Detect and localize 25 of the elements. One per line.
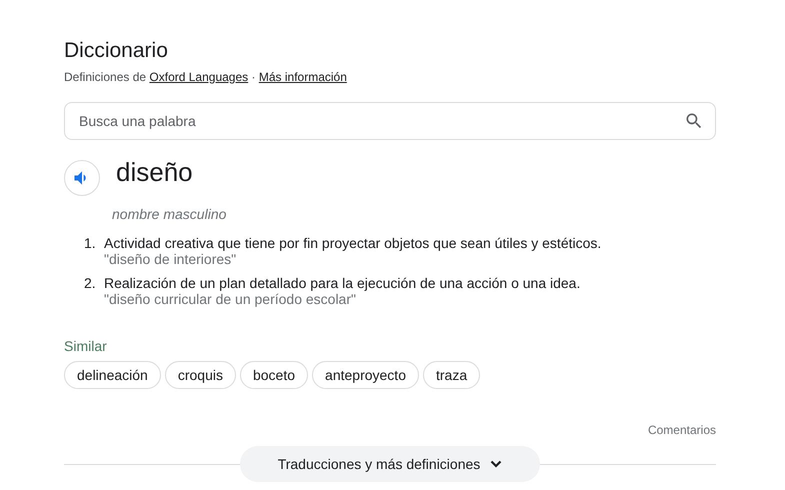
- chevron-down-icon: [490, 460, 502, 468]
- more-info-link[interactable]: Más información: [258, 70, 347, 84]
- example-text: "diseño curricular de un período escolar": [104, 291, 357, 307]
- definition-number: 2.: [84, 275, 97, 293]
- more-definitions-button[interactable]: Traducciones y más definiciones: [240, 446, 540, 482]
- separator: ·: [252, 70, 256, 84]
- similar-label: Similar: [64, 337, 108, 356]
- part-of-speech: nombre masculino: [112, 205, 228, 224]
- headword: diseño: [116, 156, 193, 188]
- source-link[interactable]: Oxford Languages: [149, 70, 248, 84]
- definition-number: 1.: [84, 235, 97, 253]
- definition-text: Actividad creativa que tiene por fin proyectar objetos que sean útiles y estéticos.: [104, 235, 602, 251]
- source-label: Definiciones de: [64, 70, 146, 84]
- search-field[interactable]: Busca una palabra: [64, 102, 716, 140]
- synonym-chip[interactable]: traza: [422, 361, 480, 389]
- synonym-chip[interactable]: delineación: [64, 361, 161, 389]
- example-text: "diseño de interiores": [104, 251, 238, 267]
- synonym-chip[interactable]: boceto: [240, 361, 308, 389]
- synonym-chip[interactable]: croquis: [164, 361, 236, 389]
- synonym-chip[interactable]: anteproyecto: [312, 361, 419, 389]
- definition-text: Realización de un plan detallado para la ejecución de una acción o una idea.: [104, 275, 580, 291]
- speaker-button[interactable]: [64, 160, 100, 196]
- feedback-link[interactable]: Comentarios: [648, 423, 716, 437]
- dictionary-title: Diccionario: [64, 38, 169, 64]
- search-icon[interactable]: [684, 111, 704, 131]
